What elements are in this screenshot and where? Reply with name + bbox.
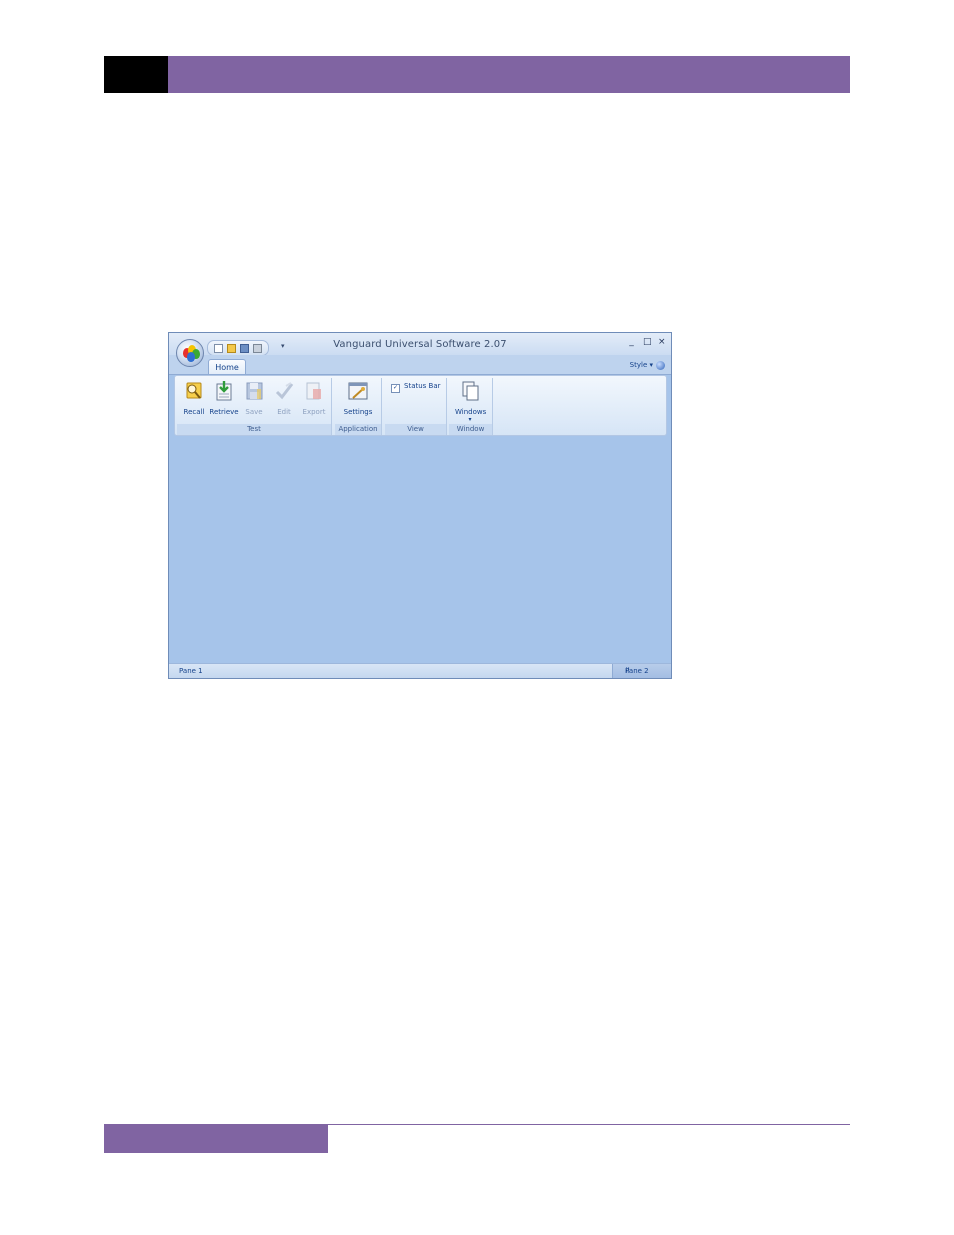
- save-button[interactable]: Save: [239, 378, 269, 416]
- application-menu-button[interactable]: [176, 339, 204, 367]
- group-label-application: Application: [335, 424, 381, 435]
- customize-qat-chevron-icon[interactable]: ▾: [281, 342, 285, 350]
- windows-icon: [460, 380, 480, 402]
- footer-purple-bar: [104, 1125, 328, 1153]
- new-file-icon[interactable]: [214, 343, 223, 353]
- ribbon-panel: Recall Retrieve Save Edit Export Test Se…: [174, 375, 667, 436]
- checkbox-check-icon: ✓: [391, 384, 400, 393]
- windows-dropdown-icon: ▾: [468, 416, 472, 423]
- recall-icon: [184, 380, 204, 402]
- ribbon-group-view: ✓ Status Bar View: [385, 378, 447, 435]
- header-purple-bar: [168, 56, 850, 93]
- edit-icon: [274, 380, 294, 402]
- settings-button[interactable]: Settings: [343, 378, 373, 416]
- quick-access-toolbar: [207, 340, 269, 356]
- save-icon: [244, 380, 264, 402]
- group-label-test: Test: [177, 424, 331, 435]
- resize-grip-icon[interactable]: ⠿: [625, 667, 667, 675]
- minimize-button[interactable]: _: [628, 337, 635, 347]
- help-icon[interactable]: [656, 361, 665, 370]
- open-folder-icon[interactable]: [227, 343, 236, 353]
- style-menu[interactable]: Style ▾: [630, 361, 653, 369]
- recall-button[interactable]: Recall: [179, 378, 209, 416]
- window-controls: _ □ ×: [628, 337, 665, 347]
- retrieve-button[interactable]: Retrieve: [209, 378, 239, 416]
- status-bar-checkbox[interactable]: ✓ Status Bar: [391, 382, 441, 393]
- status-bar: Pane 1 Pane 2 ⠿: [169, 663, 671, 678]
- maximize-button[interactable]: □: [643, 337, 652, 347]
- export-icon: [304, 380, 324, 402]
- ribbon-group-test: Recall Retrieve Save Edit Export Test: [177, 378, 332, 435]
- status-bar-checkbox-label: Status Bar: [404, 382, 441, 390]
- export-button[interactable]: Export: [299, 378, 329, 416]
- group-label-window: Window: [449, 424, 492, 435]
- windows-button[interactable]: Windows ▾: [455, 378, 486, 423]
- status-pane-1: Pane 1: [179, 667, 203, 675]
- save-disk-icon[interactable]: [240, 343, 249, 353]
- group-label-view: View: [385, 424, 446, 435]
- app-window: Vanguard Universal Software 2.07 _ □ × ▾…: [168, 332, 672, 679]
- header-black-block: [104, 56, 168, 93]
- retrieve-icon: [214, 380, 234, 402]
- status-pane-2: Pane 2 ⠿: [612, 664, 671, 678]
- tab-home[interactable]: Home: [208, 359, 246, 374]
- edit-button[interactable]: Edit: [269, 378, 299, 416]
- close-button[interactable]: ×: [658, 337, 666, 347]
- ribbon-tab-row: Home Style ▾: [169, 355, 671, 375]
- settings-icon: [348, 380, 368, 402]
- ribbon-group-application: Settings Application: [335, 378, 382, 435]
- ribbon-group-window: Windows ▾ Window: [449, 378, 493, 435]
- mdi-client-area[interactable]: [173, 439, 667, 663]
- print-icon[interactable]: [253, 343, 262, 353]
